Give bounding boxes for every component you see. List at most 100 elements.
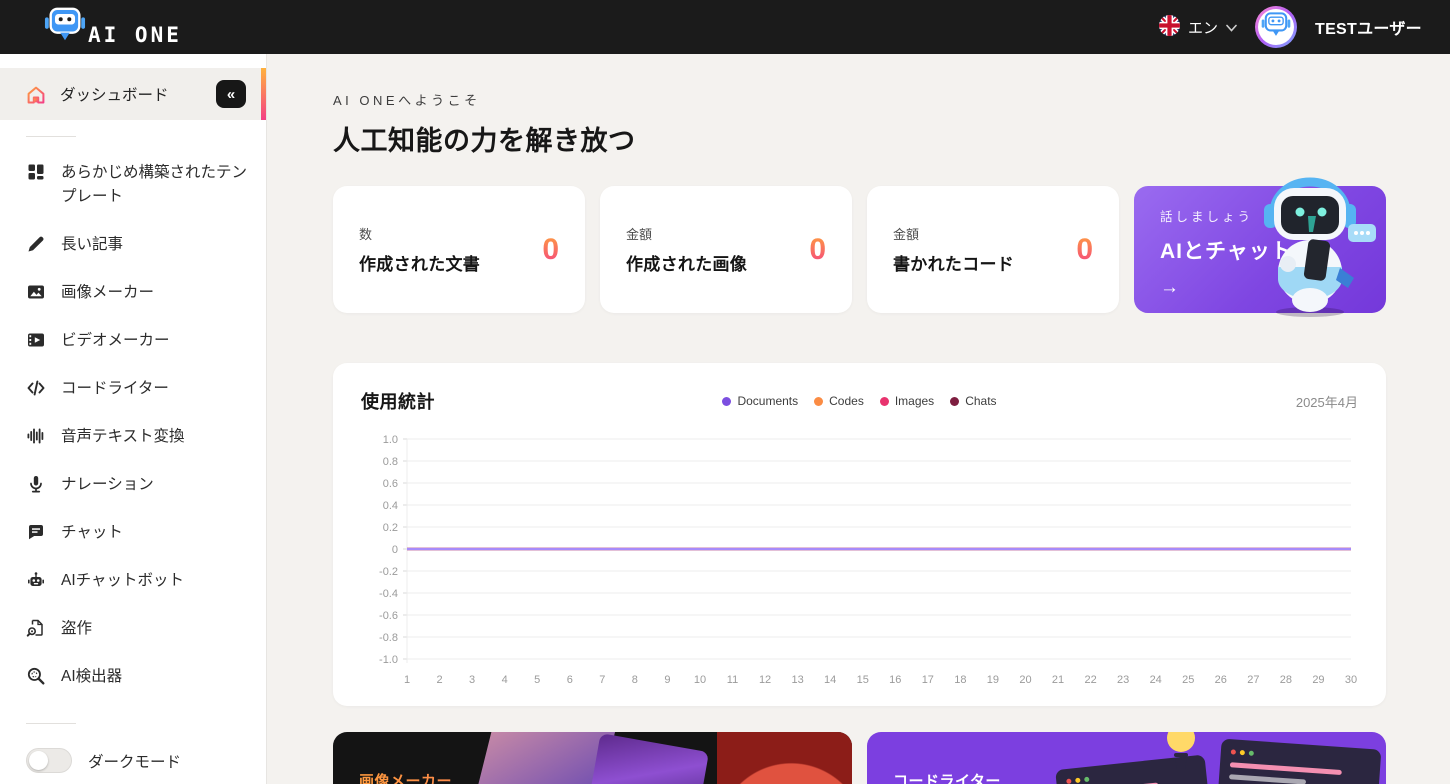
svg-text:18: 18: [954, 674, 966, 686]
arrow-right-icon: →: [1160, 277, 1179, 298]
legend-label: Images: [894, 394, 935, 408]
svg-text:0: 0: [392, 544, 398, 556]
chat-with-ai-card[interactable]: 話しましょう AIとチャット →: [1134, 177, 1386, 317]
microphone-icon: [26, 474, 46, 494]
sidebar-item-narration[interactable]: ナレーション: [0, 461, 266, 509]
svg-text:7: 7: [599, 674, 605, 686]
svg-text:27: 27: [1247, 674, 1259, 686]
stat-kicker: 金額: [893, 227, 920, 242]
sidebar-item-ai-chatbot[interactable]: AIチャットボット: [0, 557, 266, 605]
language-label: エン: [1188, 19, 1219, 37]
sidebar-item-label: 音声テキスト変換: [61, 428, 185, 446]
promo-title: 画像メーカー: [359, 770, 852, 784]
svg-text:14: 14: [824, 674, 836, 686]
language-selector[interactable]: エン: [1159, 14, 1237, 40]
dark-mode-label: ダークモード: [88, 753, 182, 771]
chevron-down-icon: [1226, 19, 1237, 36]
sidebar-item-long-article[interactable]: 長い記事: [0, 221, 266, 269]
svg-text:26: 26: [1215, 674, 1227, 686]
sidebar-item-ai-detector[interactable]: AI検出器: [0, 653, 266, 701]
sidebar-item-label: ダッシュボード: [60, 87, 169, 104]
svg-text:25: 25: [1182, 674, 1194, 686]
legend-dot: [814, 396, 824, 406]
sidebar-item-label: ビデオメーカー: [61, 332, 170, 350]
sidebar-collapse-button[interactable]: «: [216, 80, 246, 108]
svg-text:6: 6: [567, 674, 573, 686]
promo-title: コードライター: [893, 773, 1001, 784]
svg-text:0.4: 0.4: [383, 500, 398, 512]
stat-kicker: 金額: [626, 227, 653, 242]
svg-text:21: 21: [1052, 674, 1064, 686]
top-header: AI ONE エン TESTユーザー: [0, 0, 1450, 54]
svg-text:29: 29: [1312, 674, 1324, 686]
brand-logo: AI ONE: [44, 5, 182, 50]
dark-mode-toggle[interactable]: [26, 748, 72, 774]
sidebar-item-speech-to-text[interactable]: 音声テキスト変換: [0, 413, 266, 461]
stat-value: 0: [809, 232, 826, 266]
stat-card-code: 金額 書かれたコード 0: [867, 186, 1119, 313]
username: TESTユーザー: [1315, 21, 1422, 38]
robot-logo-icon: [44, 5, 86, 50]
svg-text:0.2: 0.2: [383, 522, 398, 534]
usage-stats-panel: 使用統計 Documents Codes Images Chats 2025年4…: [333, 363, 1386, 706]
brand-name: AI ONE: [88, 22, 182, 47]
dark-mode-toggle-row[interactable]: ダークモード: [0, 734, 266, 784]
sidebar: ダッシュボード « あらかじめ構築されたテンプレート 長い記事 画像メーカー ビ…: [0, 54, 267, 784]
home-icon: [26, 85, 46, 105]
svg-text:5: 5: [534, 674, 540, 686]
stat-kicker: 数: [359, 227, 373, 242]
sidebar-item-video-maker[interactable]: ビデオメーカー: [0, 317, 266, 365]
stat-value: 0: [1076, 232, 1093, 266]
uk-flag-icon: [1159, 14, 1180, 40]
sidebar-item-image-maker[interactable]: 画像メーカー: [0, 269, 266, 317]
pen-icon: [26, 234, 46, 254]
stat-value: 0: [542, 232, 559, 266]
legend-label: Codes: [829, 394, 864, 408]
image-icon: [26, 282, 46, 302]
sidebar-item-label: 長い記事: [61, 236, 124, 254]
svg-text:12: 12: [759, 674, 771, 686]
svg-text:13: 13: [791, 674, 803, 686]
svg-text:1: 1: [404, 674, 410, 686]
promo-card-image-maker[interactable]: 画像メーカー: [333, 732, 852, 784]
chat-card-kicker: 話しましょう: [1160, 210, 1254, 224]
chat-card-title: AIとチャット: [1160, 240, 1293, 263]
promo-card-code-writer[interactable]: コードライター: [867, 732, 1386, 784]
legend-dot: [950, 396, 960, 406]
svg-text:16: 16: [889, 674, 901, 686]
svg-text:17: 17: [922, 674, 934, 686]
sidebar-item-templates[interactable]: あらかじめ構築されたテンプレート: [0, 149, 266, 221]
sidebar-item-chat[interactable]: チャット: [0, 509, 266, 557]
sidebar-item-label: 画像メーカー: [61, 284, 155, 302]
svg-text:23: 23: [1117, 674, 1129, 686]
svg-text:0.6: 0.6: [383, 478, 398, 490]
legend-item-codes[interactable]: Codes: [814, 394, 864, 408]
stat-label: 作成された画像: [626, 255, 748, 274]
sidebar-item-label: コードライター: [61, 380, 169, 398]
plagiarism-icon: [26, 618, 46, 638]
usage-period: 2025年4月: [1295, 394, 1358, 410]
promo-cards-row: 画像メーカー コードライター: [333, 732, 1386, 784]
stat-card-documents: 数 作成された文書 0: [333, 186, 585, 313]
svg-text:19: 19: [987, 674, 999, 686]
sidebar-item-dashboard[interactable]: ダッシュボード «: [0, 68, 266, 120]
legend-label: Documents: [737, 394, 799, 408]
svg-text:0.8: 0.8: [383, 456, 398, 468]
svg-text:28: 28: [1280, 674, 1292, 686]
waveform-icon: [26, 426, 46, 446]
sidebar-item-plagiarism[interactable]: 盗作: [0, 605, 266, 653]
legend-item-documents[interactable]: Documents: [722, 394, 798, 408]
svg-text:15: 15: [857, 674, 869, 686]
page-title: 人工知能の力を解き放つ: [333, 126, 636, 156]
user-avatar[interactable]: [1255, 6, 1298, 48]
legend-item-images[interactable]: Images: [879, 394, 935, 408]
svg-text:22: 22: [1084, 674, 1096, 686]
templates-icon: [26, 162, 46, 182]
legend-item-chats[interactable]: Chats: [950, 394, 997, 408]
svg-text:2: 2: [436, 674, 442, 686]
svg-text:9: 9: [664, 674, 670, 686]
code-icon: [26, 378, 46, 398]
sidebar-item-code-writer[interactable]: コードライター: [0, 365, 266, 413]
sidebar-item-label: ナレーション: [61, 476, 154, 494]
svg-text:4: 4: [502, 674, 508, 686]
